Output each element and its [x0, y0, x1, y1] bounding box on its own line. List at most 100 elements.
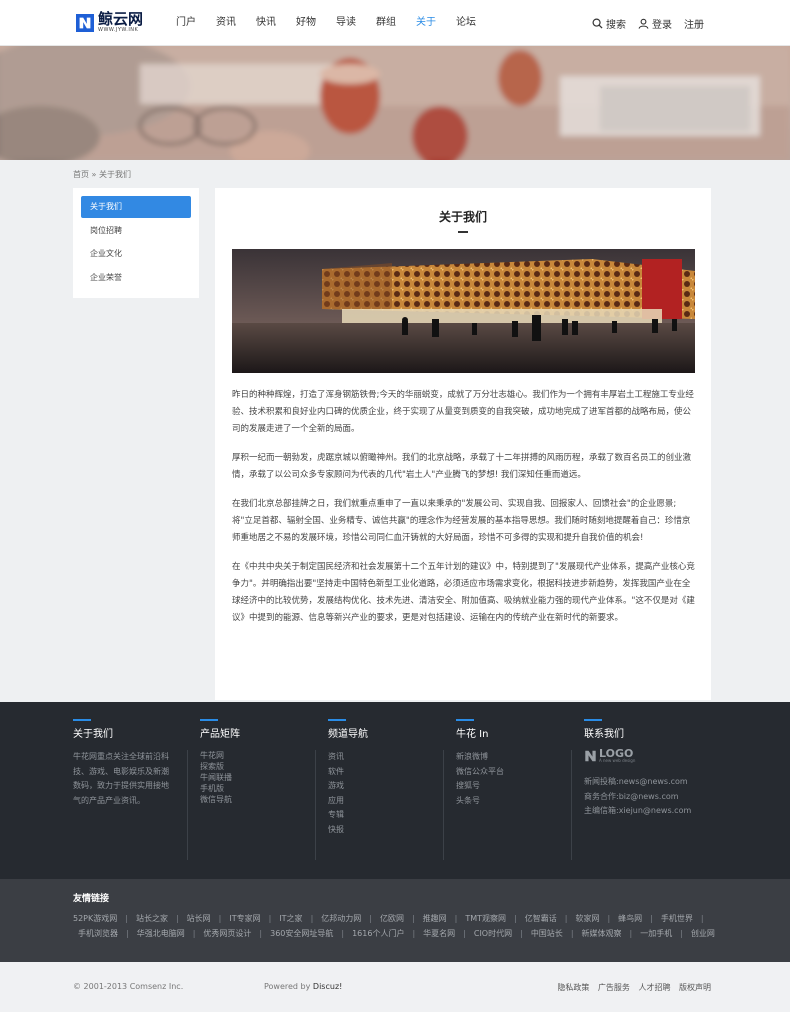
ads-link[interactable]: 广告服务	[598, 983, 630, 992]
footer-col-contact: 联系我们 LOGO A new web design 新闻投稿:news@new…	[571, 702, 691, 860]
link-separator: |	[268, 914, 272, 923]
friendly-link[interactable]: 推趣网	[423, 914, 447, 923]
paragraph: 在《中共中央关于制定国民经济和社会发展第十二个五年计划的建议》中，特别提到了"发…	[232, 562, 695, 623]
link-separator: |	[192, 929, 196, 938]
friendly-link[interactable]: 中国站长	[531, 929, 563, 938]
contact-editor-email[interactable]: 主编信箱:xiejun@news.com	[584, 804, 691, 819]
contact-biz-email[interactable]: 商务合作:biz@news.com	[584, 790, 691, 805]
contact-news-email[interactable]: 新闻投稿:news@news.com	[584, 775, 691, 790]
powered-by-brand[interactable]: Discuz!	[313, 982, 342, 991]
footer-link[interactable]: 软件	[328, 765, 368, 780]
footer-divider	[443, 750, 444, 860]
breadcrumb-home[interactable]: 首页	[73, 170, 89, 179]
footer-accent-bar	[73, 719, 91, 721]
link-separator: |	[700, 914, 704, 923]
footer-link[interactable]: 资讯	[328, 750, 368, 765]
friendly-link[interactable]: 软家网	[575, 914, 599, 923]
footer-divider	[315, 750, 316, 860]
side-menu: 关于我们 岗位招聘 企业文化 企业荣誉	[73, 188, 199, 298]
powered-by: Powered by Discuz!	[264, 982, 342, 991]
privacy-link[interactable]: 隐私政策	[557, 983, 589, 992]
friendly-link[interactable]: 新媒体观察	[582, 929, 622, 938]
footer-logo-icon	[585, 750, 596, 761]
copyright-link[interactable]: 版权声明	[679, 983, 711, 992]
footer-link[interactable]: 牛花网	[200, 750, 240, 761]
link-separator: |	[570, 929, 574, 938]
link-separator: |	[454, 914, 458, 923]
footer-link[interactable]: 专辑	[328, 808, 368, 823]
friendly-link[interactable]: IT之家	[279, 914, 302, 923]
nav-item-flash[interactable]: 快讯	[256, 0, 276, 46]
friendly-link[interactable]: 站长之家	[136, 914, 168, 923]
login-label: 登录	[652, 19, 672, 31]
nav-item-goods[interactable]: 好物	[296, 0, 316, 46]
paragraph: 厚积一纪而一朝勃发，虎踞京城以俯瞰神州。我们的北京战略，承载了十二年拼搏的风雨历…	[232, 453, 692, 480]
title-underline	[458, 231, 468, 233]
powered-by-label: Powered by	[264, 982, 311, 991]
jobs-link[interactable]: 人才招聘	[638, 983, 670, 992]
nav-item-groups[interactable]: 群组	[376, 0, 396, 46]
user-icon	[638, 18, 649, 29]
side-item-jobs[interactable]: 岗位招聘	[81, 220, 191, 242]
footer-logo-sub: A new web design	[599, 758, 636, 763]
friendly-link[interactable]: 蜂鸟网	[618, 914, 642, 923]
footer-link[interactable]: 探索版	[200, 761, 240, 772]
friendly-link[interactable]: 亿邦动力网	[321, 914, 361, 923]
footer-heading: 关于我们	[73, 729, 113, 740]
link-separator: |	[564, 914, 568, 923]
search-button[interactable]: 搜索	[592, 16, 626, 31]
footer-heading: 产品矩阵	[200, 729, 240, 740]
friendly-link[interactable]: CIO时代网	[474, 929, 512, 938]
content-card: 关于我们 昨日的种种辉煌，打造了浑身钢筋铁骨;今天的华丽蜕变，成就了万分壮志雄心…	[215, 188, 711, 700]
friendly-link[interactable]: 华强北电脑网	[137, 929, 185, 938]
friendly-link[interactable]: 手机世界	[661, 914, 693, 923]
side-item-culture[interactable]: 企业文化	[81, 243, 191, 265]
friendly-link[interactable]: TMT观察网	[465, 914, 506, 923]
footer-link[interactable]: 快报	[328, 823, 368, 838]
register-button[interactable]: 注册	[684, 16, 704, 31]
site-logo[interactable]: 鲸云网 WWW.JYW.INK	[76, 12, 143, 33]
nav-item-about[interactable]: 关于	[416, 0, 436, 46]
friendly-link[interactable]: 一加手机	[640, 929, 672, 938]
footer-heading: 牛花 In	[456, 729, 489, 740]
friendly-link[interactable]: 1616个人门户	[352, 929, 404, 938]
nav-item-guide[interactable]: 导读	[336, 0, 356, 46]
friendly-link[interactable]: 站长网	[187, 914, 211, 923]
main-nav: 门户 资讯 快讯 好物 导读 群组 关于 论坛	[176, 0, 496, 46]
friendly-link[interactable]: 亿欧网	[380, 914, 404, 923]
friendly-link[interactable]: 52PK游戏网	[73, 914, 117, 923]
nav-item-portal[interactable]: 门户	[176, 0, 196, 46]
login-button[interactable]: 登录	[638, 16, 672, 31]
footer-link[interactable]: 牛闻联播	[200, 772, 240, 783]
footer-link[interactable]: 新浪微博	[456, 750, 504, 765]
footer-link[interactable]: 微信公众平台	[456, 765, 504, 780]
footer-link[interactable]: 搜狐号	[456, 779, 504, 794]
footer-heading: 联系我们	[584, 729, 624, 740]
footer-accent-bar	[584, 719, 602, 721]
nav-item-forum[interactable]: 论坛	[456, 0, 476, 46]
friendly-link[interactable]: 优秀网页设计	[203, 929, 251, 938]
breadcrumb-current[interactable]: 关于我们	[99, 170, 131, 179]
nav-item-news[interactable]: 资讯	[216, 0, 236, 46]
side-item-honors[interactable]: 企业荣誉	[81, 267, 191, 289]
friendly-link[interactable]: 华夏名网	[423, 929, 455, 938]
logo-mark-icon	[76, 13, 94, 32]
footer-col-niuhua: 牛花 In 新浪微博 微信公众平台 搜狐号 头条号	[443, 702, 504, 860]
footer-link[interactable]: 头条号	[456, 794, 504, 809]
footer-link[interactable]: 游戏	[328, 779, 368, 794]
link-separator: |	[126, 929, 129, 938]
friendly-link[interactable]: 创业网	[691, 929, 715, 938]
friendly-link[interactable]: IT专家网	[229, 914, 260, 923]
footer-accent-bar	[456, 719, 474, 721]
footer-link[interactable]: 应用	[328, 794, 368, 809]
footer-col-products: 产品矩阵 牛花网 探索版 牛闻联播 手机版 微信导航	[187, 702, 240, 860]
side-item-about[interactable]: 关于我们	[81, 196, 191, 218]
footer-link[interactable]: 微信导航	[200, 794, 240, 805]
friendly-link[interactable]: 手机浏览器	[78, 929, 118, 938]
building-photo	[232, 249, 695, 373]
friendly-link[interactable]: 360安全网址导航	[270, 929, 333, 938]
friendly-link[interactable]: 亿智霸话	[525, 914, 557, 923]
footer-link[interactable]: 手机版	[200, 783, 240, 794]
page-title: 关于我们	[438, 210, 487, 224]
page-banner-image	[0, 46, 790, 160]
